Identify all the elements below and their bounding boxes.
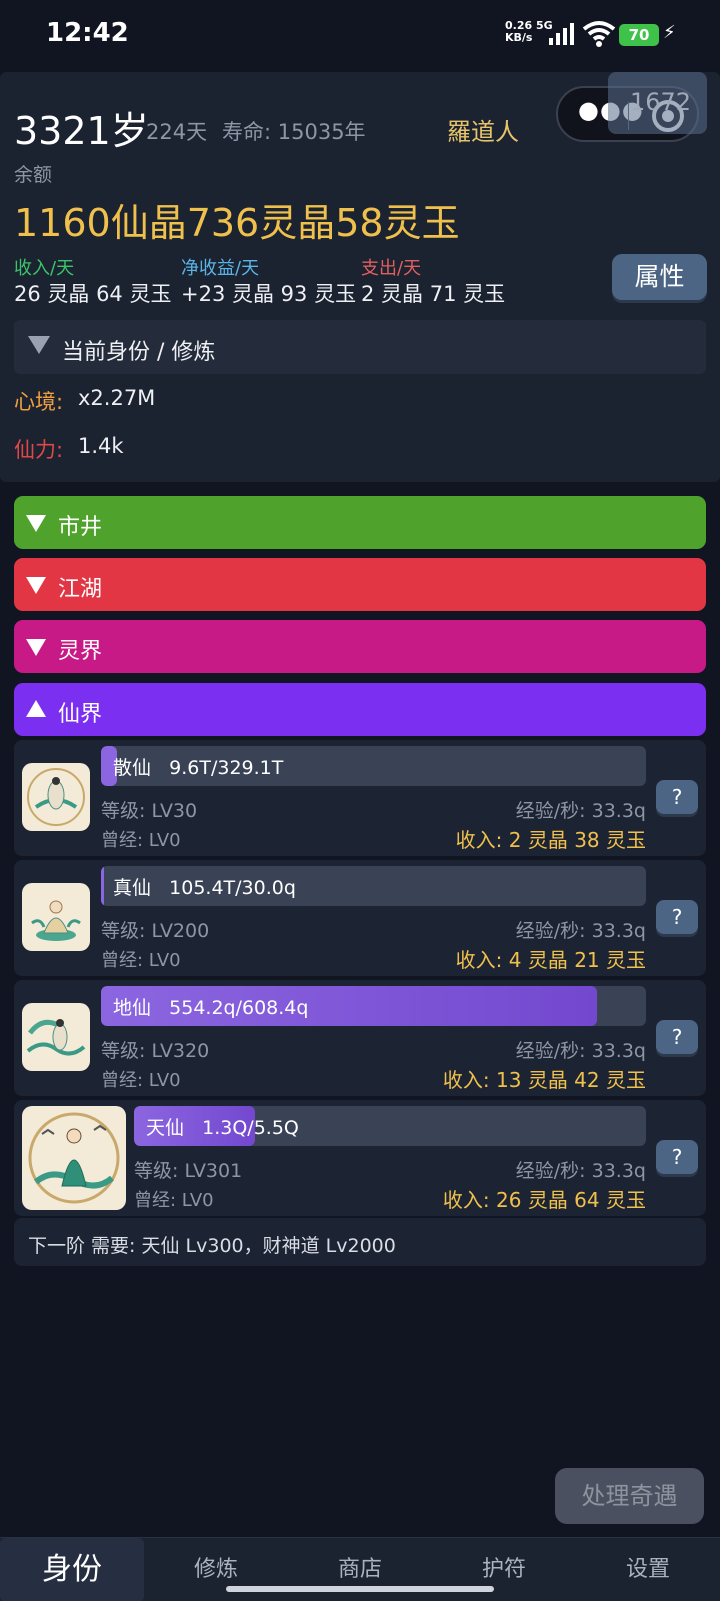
collapse-arrow-icon (26, 700, 46, 717)
expense-value: 2 灵晶 71 灵玉 (361, 282, 506, 306)
net-income-value: +23 灵晶 93 灵玉 (181, 282, 357, 306)
job-avatar (22, 763, 90, 831)
category-label: 仙界 (58, 702, 103, 727)
home-indicator[interactable] (226, 1586, 494, 1592)
next-tier-requirement: 下一阶 需要: 天仙 Lv300，财神道 Lv2000 (14, 1218, 706, 1266)
charging-icon: ⚡ (663, 22, 676, 43)
fps-overlay: 1672 (608, 72, 707, 134)
status-time: 12:42 (46, 18, 129, 48)
balance-label: 余额 (14, 164, 53, 186)
job-help-button[interactable]: ? (656, 900, 698, 934)
category-shijing[interactable]: 市井 (14, 496, 706, 549)
category-label: 灵界 (58, 639, 103, 664)
identity-section-title: 当前身份 / 修炼 (62, 340, 216, 365)
job-progress-fill (101, 866, 104, 906)
job-progress-bar: 地仙 554.2q/608.4q (101, 986, 646, 1026)
job-help-button[interactable]: ? (656, 780, 698, 814)
balance-value: 1160仙晶736灵晶58灵玉 (14, 201, 460, 245)
category-xianjie[interactable]: 仙界 (14, 683, 706, 736)
player-name: 羅道人 (447, 118, 519, 146)
category-lingjie[interactable]: 灵界 (14, 620, 706, 673)
expand-arrow-icon (26, 639, 46, 656)
attributes-button[interactable]: 属性 (612, 254, 707, 300)
job-level: 等级: LV320 (101, 1040, 210, 1062)
income-value: 26 灵晶 64 灵玉 (14, 282, 172, 306)
category-jianghu[interactable]: 江湖 (14, 558, 706, 611)
job-previous-level: 曾经: LV0 (101, 830, 181, 851)
job-avatar (22, 1003, 90, 1071)
status-bar: 12:42 0.26 5G KB/s 70 ⚡ (0, 0, 720, 70)
age: 3321岁 (14, 109, 149, 153)
wifi-icon (582, 21, 616, 47)
net-income-label: 净收益/天 (181, 258, 260, 279)
job-income: 收入: 13 灵晶 42 灵玉 (442, 1068, 646, 1092)
job-previous-level: 曾经: LV0 (101, 950, 181, 971)
job-exp-rate: 经验/秒: 33.3q (515, 800, 646, 822)
category-label: 江湖 (58, 577, 103, 602)
job-avatar (22, 1106, 126, 1210)
immortal-portrait-icon (28, 1112, 120, 1204)
immortal-portrait-icon (27, 768, 85, 826)
mind-label: 心境: (14, 390, 64, 414)
job-help-button[interactable]: ? (656, 1020, 698, 1054)
job-previous-level: 曾经: LV0 (134, 1190, 214, 1211)
job-income: 收入: 26 灵晶 64 灵玉 (442, 1188, 646, 1212)
job-card-dixian: 地仙 554.2q/608.4q 等级: LV320 经验/秒: 33.3q 曾… (14, 980, 706, 1096)
network-speed: 0.26 5G KB/s (505, 19, 553, 44)
job-progress-bar: 真仙 105.4T/30.0q (101, 866, 646, 906)
job-card-tianxian: 天仙 1.3Q/5.5Q 等级: LV301 经验/秒: 33.3q 曾经: L… (14, 1100, 706, 1216)
player-header: 3321岁 224天 寿命: 15035年 羅道人 ●●● 1672 余额 11… (0, 72, 720, 482)
mind-value: x2.27M (78, 386, 156, 410)
job-progress-text: 天仙 1.3Q/5.5Q (146, 1117, 299, 1139)
lifespan: 寿命: 15035年 (222, 120, 366, 144)
job-help-button[interactable]: ? (656, 1140, 698, 1174)
signal-icon (549, 23, 574, 45)
job-exp-rate: 经验/秒: 33.3q (515, 1040, 646, 1062)
power-value: 1.4k (78, 434, 124, 458)
income-label: 收入/天 (14, 258, 75, 279)
expand-arrow-icon (26, 577, 46, 594)
job-exp-rate: 经验/秒: 33.3q (515, 920, 646, 942)
nav-tab-identity[interactable]: 身份 (0, 1538, 144, 1601)
job-previous-level: 曾经: LV0 (101, 1070, 181, 1091)
handle-encounter-button[interactable]: 处理奇遇 (555, 1468, 704, 1524)
expand-arrow-icon (26, 515, 46, 532)
job-progress-bar: 散仙 9.6T/329.1T (101, 746, 646, 786)
job-income: 收入: 2 灵晶 38 灵玉 (455, 828, 646, 852)
job-progress-text: 真仙 105.4T/30.0q (113, 877, 296, 899)
job-avatar (22, 883, 90, 951)
job-progress-text: 散仙 9.6T/329.1T (113, 757, 284, 779)
job-exp-rate: 经验/秒: 33.3q (515, 1160, 646, 1182)
battery-indicator: 70 (619, 24, 659, 46)
job-card-sanxian: 散仙 9.6T/329.1T 等级: LV30 经验/秒: 33.3q 曾经: … (14, 740, 706, 856)
power-label: 仙力: (14, 438, 64, 462)
category-label: 市井 (58, 515, 103, 540)
nav-tab-settings[interactable]: 设置 (576, 1538, 720, 1601)
identity-section-toggle[interactable]: 当前身份 / 修炼 (14, 320, 706, 374)
job-level: 等级: LV301 (134, 1160, 243, 1182)
job-level: 等级: LV30 (101, 800, 198, 822)
job-progress-text: 地仙 554.2q/608.4q (113, 997, 309, 1019)
job-income: 收入: 4 灵晶 21 灵玉 (455, 948, 646, 972)
immortal-portrait-icon (31, 900, 81, 941)
expense-label: 支出/天 (361, 258, 422, 279)
job-progress-bar: 天仙 1.3Q/5.5Q (134, 1106, 646, 1146)
immortal-portrait-icon (26, 1019, 86, 1056)
job-card-zhenxian: 真仙 105.4T/30.0q 等级: LV200 经验/秒: 33.3q 曾经… (14, 860, 706, 976)
job-level: 等级: LV200 (101, 920, 210, 942)
collapse-arrow-icon (28, 336, 50, 354)
age-days: 224天 (146, 120, 208, 144)
